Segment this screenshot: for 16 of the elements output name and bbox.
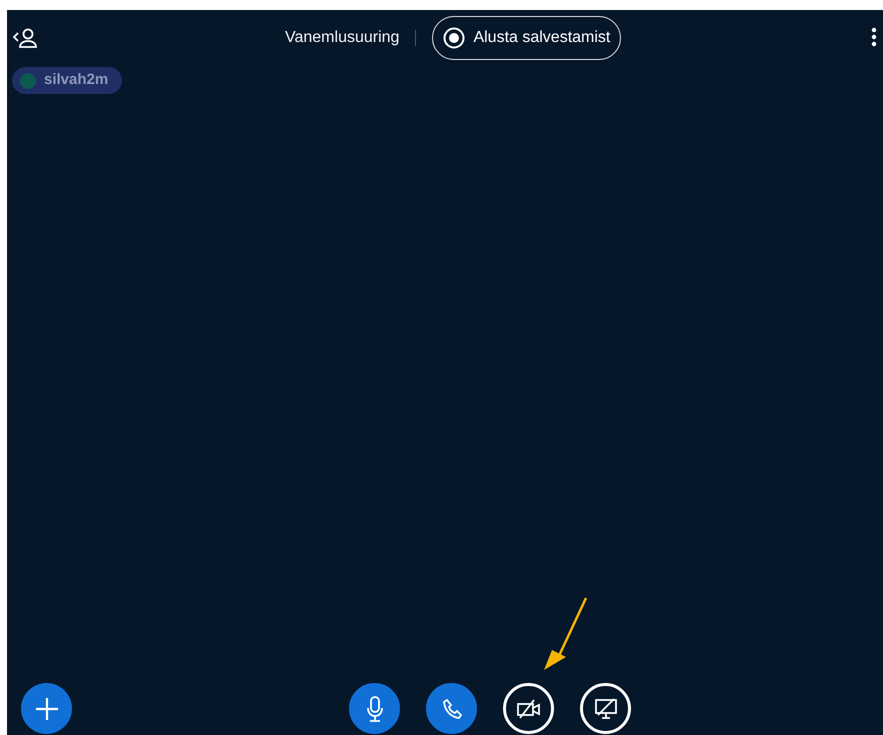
more-options-icon[interactable] (871, 27, 877, 47)
plus-icon (36, 698, 58, 720)
add-button[interactable] (21, 683, 72, 734)
camera-off-icon (516, 698, 540, 718)
record-icon (443, 26, 466, 48)
back-user-icon[interactable] (12, 27, 38, 49)
meeting-title: Vanemlusuuring (285, 28, 400, 48)
screen-share-off-icon (594, 698, 618, 720)
phone-icon (442, 698, 462, 718)
screen-share-button[interactable] (580, 683, 631, 734)
user-name: silvah2m (44, 70, 108, 90)
start-recording-button[interactable]: Alusta salvestamist (432, 16, 622, 60)
microphone-button[interactable] (349, 683, 400, 734)
microphone-icon (366, 696, 384, 722)
phone-button[interactable] (426, 683, 477, 734)
camera-button[interactable] (503, 683, 554, 734)
